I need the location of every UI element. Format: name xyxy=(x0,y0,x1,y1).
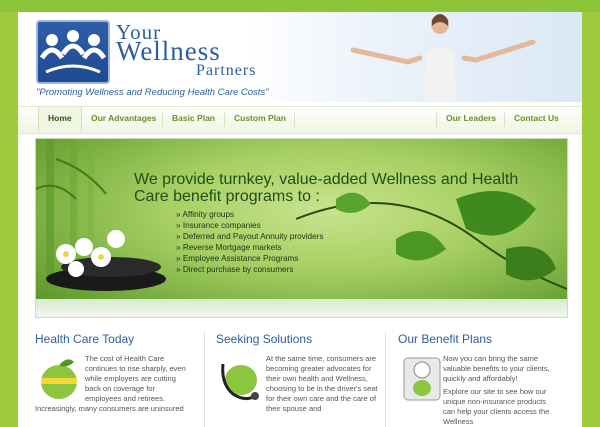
tagline: "Promoting Wellness and Reducing Health … xyxy=(36,87,269,98)
woman-arms-outstretched-photo xyxy=(350,14,536,102)
column-text: The cost of Health Care continues to ris… xyxy=(85,354,186,403)
nav-basic-plan[interactable]: Basic Plan xyxy=(172,113,215,123)
scale-icon xyxy=(403,357,441,401)
nav-separator xyxy=(504,113,505,127)
banner-headline: We provide turnkey, value-added Wellness… xyxy=(134,171,519,205)
column-seeking-solutions: Seeking Solutions At the same time, cons… xyxy=(216,332,386,413)
column-health-care-today: Health Care Today The cost of Health Car… xyxy=(35,332,205,413)
nav-separator xyxy=(224,113,225,127)
hero-banner: We provide turnkey, value-added Wellness… xyxy=(35,138,568,318)
nav-separator xyxy=(81,113,82,127)
apple-tape-icon xyxy=(41,359,77,399)
column-our-benefit-plans: Our Benefit Plans Now you can bring the … xyxy=(398,332,568,426)
green-apple-stethoscope-icon xyxy=(221,363,259,401)
top-strip xyxy=(0,0,600,12)
nav-separator xyxy=(436,113,437,127)
nav-our-advantages[interactable]: Our Advantages xyxy=(91,113,156,123)
logo-word-partners: Partners xyxy=(196,62,257,79)
list-item: Reverse Mortgage markets xyxy=(176,242,323,253)
header: Your Wellness Partners "Promoting Wellne… xyxy=(18,12,582,102)
logo-people-icon xyxy=(39,30,107,74)
list-item: Insurance companies xyxy=(176,220,323,231)
banner-reflection xyxy=(36,299,567,317)
column-text: Explore our site to see how our unique n… xyxy=(443,387,550,426)
logo-icon[interactable] xyxy=(36,20,110,84)
banner-bullet-list: Affinity groups Insurance companies Defe… xyxy=(176,209,323,275)
column-divider xyxy=(385,332,386,427)
column-text: Increasingly, many consumers are uninsur… xyxy=(35,404,184,413)
nav-contact-us[interactable]: Contact Us xyxy=(514,113,559,123)
main-nav: Home Our Advantages Basic Plan Custom Pl… xyxy=(18,106,582,134)
nav-custom-plan[interactable]: Custom Plan xyxy=(234,113,286,123)
list-item: Affinity groups xyxy=(176,209,323,220)
nav-our-leaders[interactable]: Our Leaders xyxy=(446,113,496,123)
nav-home[interactable]: Home xyxy=(48,113,72,123)
page-container: Your Wellness Partners "Promoting Wellne… xyxy=(18,12,582,427)
nav-separator xyxy=(162,113,163,127)
nav-separator xyxy=(294,113,295,127)
column-title: Health Care Today xyxy=(35,332,135,346)
list-item: Direct purchase by consumers xyxy=(176,264,323,275)
list-item: Deferred and Payout Annuity providers xyxy=(176,231,324,242)
column-text: Now you can bring the same valuable bene… xyxy=(443,354,550,383)
column-title: Our Benefit Plans xyxy=(398,332,493,346)
list-item: Employee Assistance Programs xyxy=(176,253,323,264)
column-divider xyxy=(204,332,205,427)
column-text: At the same time, consumers are becoming… xyxy=(266,354,378,413)
column-title: Seeking Solutions xyxy=(216,332,313,346)
